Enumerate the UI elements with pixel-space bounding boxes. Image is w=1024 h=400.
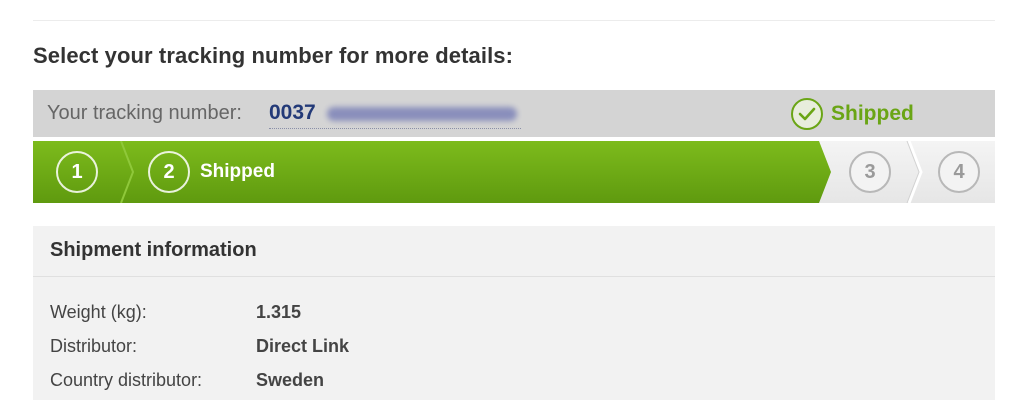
- info-value: Direct Link: [256, 336, 350, 356]
- step-number: 2: [148, 151, 190, 193]
- shipment-info-title: Shipment information: [50, 239, 257, 261]
- step-number: 1: [56, 151, 98, 193]
- status-label: Shipped: [831, 102, 914, 125]
- info-key: Country distributor:: [50, 370, 203, 390]
- step-4[interactable]: 4: [938, 151, 980, 193]
- info-value: 1.315: [256, 302, 302, 322]
- tracking-number-label: Your tracking number:: [47, 102, 242, 124]
- tracking-number-value: 0037: [269, 101, 316, 124]
- step-number: 4: [938, 151, 980, 193]
- top-divider: [33, 20, 995, 21]
- redacted-tracking-digits: [327, 107, 517, 121]
- check-circle-icon: [791, 98, 823, 130]
- info-value: Sweden: [256, 370, 325, 390]
- page-heading: Select your tracking number for more det…: [33, 43, 514, 68]
- tracking-number-link[interactable]: 0037: [269, 101, 521, 129]
- info-key: Weight (kg):: [50, 302, 147, 322]
- shipment-info-panel: Shipment information Weight (kg): 1.315 …: [33, 226, 995, 400]
- divider: [33, 276, 995, 277]
- shipment-status: Shipped: [791, 95, 914, 133]
- step-2[interactable]: 2 Shipped: [148, 151, 275, 193]
- progress-steps: 1 2 Shipped 3 4: [33, 141, 995, 203]
- tracking-bar: Your tracking number: 0037 Shipped: [33, 90, 995, 137]
- step-number: 3: [849, 151, 891, 193]
- step-3[interactable]: 3: [849, 151, 891, 193]
- step-1[interactable]: 1: [56, 151, 98, 193]
- info-key: Distributor:: [50, 336, 138, 356]
- step-label: Shipped: [200, 161, 275, 182]
